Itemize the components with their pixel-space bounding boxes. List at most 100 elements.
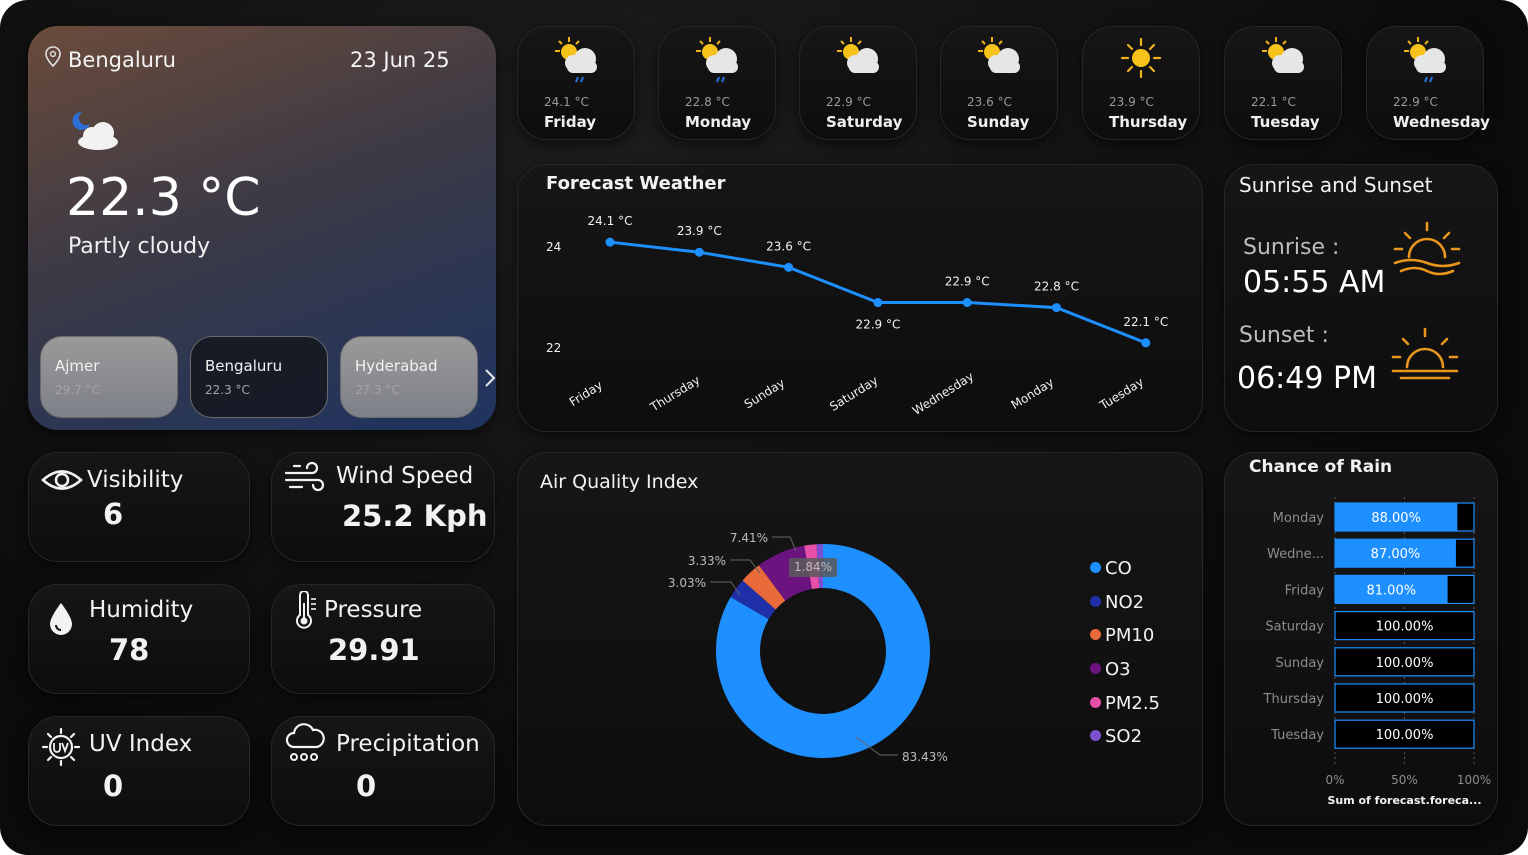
x-tick-label: 0%: [1325, 773, 1344, 787]
sun-icon: [1120, 37, 1162, 79]
day-card-wednesday[interactable]: 22.9 °C Wednesday: [1366, 26, 1490, 140]
day-temp: 22.8 °C: [685, 95, 730, 109]
current-temperature: 22.3 °C: [66, 168, 261, 228]
chevron-right-icon[interactable]: [484, 368, 496, 388]
x-tick-label: Thursday: [647, 373, 703, 415]
sun-cloud-icon: [978, 37, 1020, 73]
humidity-card: Humidity 78: [28, 584, 250, 694]
day-temp: 24.1 °C: [544, 95, 589, 109]
y-tick-label: Saturday: [1265, 620, 1324, 635]
sun-cloud-icon: [837, 37, 879, 73]
sunrise-label: Sunrise :: [1243, 235, 1340, 260]
x-tick-label: Monday: [1009, 375, 1057, 412]
temperature-point[interactable]: [1052, 303, 1061, 313]
city-name: Hyderabad: [355, 357, 438, 375]
humidity-label: Humidity: [89, 597, 194, 623]
x-tick-label: 100%: [1457, 773, 1491, 787]
legend-item-so2: SO2: [1090, 726, 1142, 747]
bar-data-label: 100.00%: [1376, 656, 1434, 671]
uv-index-card: UV Index 0: [28, 716, 250, 826]
city-card-ajmer[interactable]: Ajmer 29.7 °C: [40, 336, 178, 418]
sun-cloud-rain-icon: [555, 37, 597, 83]
sun-cloud-rain-icon: [1404, 37, 1446, 83]
x-axis-label: Sum of forecast.foreca...: [1327, 794, 1481, 807]
temperature-point[interactable]: [962, 298, 972, 308]
wind-speed-card: Wind Speed 25.2 Kph: [271, 452, 495, 562]
current-condition: Partly cloudy: [68, 234, 211, 259]
legend-label: PM2.5: [1105, 693, 1161, 714]
day-temp: 22.9 °C: [826, 95, 871, 109]
legend-swatch: [1090, 663, 1101, 674]
eye-icon: [41, 470, 83, 490]
day-name: Thursday: [1109, 113, 1188, 131]
pressure-card: Pressure 29.91: [271, 584, 495, 694]
day-card-monday[interactable]: 22.8 °C Monday: [658, 26, 776, 140]
false: 3.03%: [668, 576, 706, 590]
data-label-pm25: 1.84%: [794, 560, 832, 574]
bar-data-label: 87.00%: [1371, 547, 1421, 562]
temperature-data-label: 22.8 °C: [1034, 280, 1079, 294]
legend-label: SO2: [1105, 726, 1143, 747]
day-name: Friday: [544, 113, 597, 131]
false: 7.41%: [730, 531, 768, 545]
legend-swatch: [1090, 629, 1101, 640]
sunrise-time: 05:55 AM: [1243, 265, 1386, 300]
temperature-data-label: 22.1 °C: [1123, 315, 1168, 329]
city-name: Bengaluru: [205, 357, 283, 375]
legend-item-co: CO: [1090, 558, 1132, 579]
y-tick-label: Thursday: [1263, 692, 1325, 707]
y-tick-label: 24: [546, 240, 561, 254]
legend-swatch: [1090, 697, 1101, 708]
sun-cloud-icon: [1262, 37, 1304, 73]
forecast-line-chart: 24.1 °C Friday 23.9 °C Thursday 23.6 °C Sunda…: [546, 214, 1168, 418]
pressure-label: Pressure: [324, 597, 423, 623]
sun-cloud-rain-icon: [696, 37, 738, 83]
location-pin-icon: [45, 46, 61, 68]
temperature-point[interactable]: [605, 237, 615, 247]
temperature-point[interactable]: [873, 298, 883, 308]
x-tick-label: Wednesday: [910, 369, 976, 418]
visibility-card: Visibility 6: [28, 452, 250, 562]
day-temp: 22.9 °C: [1393, 95, 1438, 109]
day-card-sunday[interactable]: 23.6 °C Sunday: [940, 26, 1058, 140]
city-card-bengaluru[interactable]: Bengaluru 22.3 °C: [190, 336, 328, 418]
temperature-point[interactable]: [784, 262, 794, 272]
legend-label: CO: [1105, 558, 1132, 579]
cloud-rain-icon: [285, 723, 325, 761]
bar-data-label: 88.00%: [1371, 511, 1421, 526]
current-date: 23 Jun 25: [350, 48, 450, 72]
legend-swatch: [1090, 596, 1101, 607]
x-tick-label: Friday: [567, 378, 605, 409]
legend-item-o3: O3: [1090, 659, 1131, 680]
city-temp: 27.3 °C: [355, 383, 400, 397]
temperature-point[interactable]: [1141, 338, 1151, 348]
thermometer-icon: [296, 591, 316, 629]
day-card-friday[interactable]: 24.1 °C Friday: [517, 26, 635, 140]
y-tick-label: 22: [546, 341, 561, 355]
uv-sun-icon: [41, 727, 81, 767]
legend-label: NO2: [1105, 592, 1145, 613]
day-card-tuesday[interactable]: 22.1 °C Tuesday: [1224, 26, 1342, 140]
sunset-icon: [1391, 327, 1459, 380]
sunrise-sunset-card: Sunrise and Sunset Sunrise : 05:55 AM Su…: [1224, 164, 1498, 432]
precipitation-card: Precipitation 0: [271, 716, 495, 826]
wind-value: 25.2 Kph: [342, 499, 488, 533]
water-drop-icon: [50, 603, 72, 635]
current-weather-card: Bengaluru 23 Jun 25 22.3 °C Partly cloud…: [28, 26, 496, 430]
wind-label: Wind Speed: [336, 463, 474, 489]
x-tick-label: Sunday: [742, 376, 788, 412]
day-card-thursday[interactable]: 23.9 °C Thursday: [1082, 26, 1200, 140]
visibility-label: Visibility: [87, 467, 184, 493]
sunrise-icon: [1393, 221, 1461, 276]
temperature-data-label: 22.9 °C: [855, 318, 900, 332]
day-temp: 22.1 °C: [1251, 95, 1296, 109]
city-card-hyderabad[interactable]: Hyderabad 27.3 °C: [340, 336, 478, 418]
visibility-value: 6: [103, 497, 124, 531]
y-tick-label: Wedne...: [1267, 547, 1324, 562]
day-card-saturday[interactable]: 22.9 °C Saturday: [799, 26, 917, 140]
rain-bar-chart: Monday 88.00% Wedne... 87.00% Friday 81.00% Sa…: [1263, 497, 1491, 807]
day-name: Monday: [685, 113, 752, 131]
temperature-point[interactable]: [694, 247, 704, 257]
false: 3.33%: [688, 554, 726, 568]
x-tick-label: 50%: [1391, 773, 1418, 787]
